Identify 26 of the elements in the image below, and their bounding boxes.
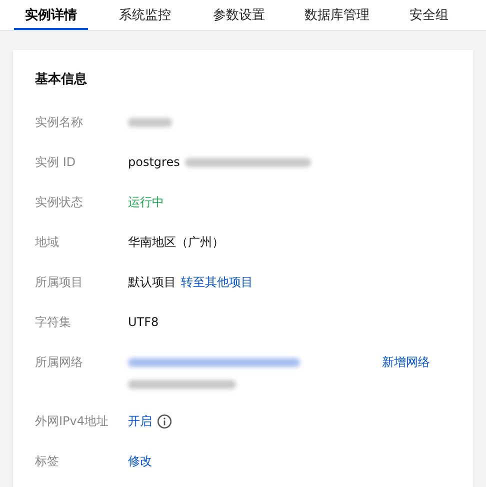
field-label: 地域 xyxy=(35,234,60,251)
field-label: 实例名称 xyxy=(35,114,84,131)
field-value: postgres xyxy=(128,155,180,169)
field-label: 字符集 xyxy=(35,314,72,331)
link[interactable]: 修改 xyxy=(128,452,152,470)
field-value: 默认项目 xyxy=(128,274,176,290)
status-text: 运行中 xyxy=(128,194,164,210)
link[interactable]: 转至其他项目 xyxy=(181,274,253,290)
tab[interactable]: 数据库管理 xyxy=(296,0,378,30)
info-icon[interactable] xyxy=(157,414,172,428)
field-value: 华南地区（广州） xyxy=(128,234,224,250)
tab[interactable]: 安全组 xyxy=(392,0,466,30)
tab[interactable]: 系统监控 xyxy=(108,0,182,30)
field-value: UTF8 xyxy=(128,315,159,329)
tab[interactable]: 实例详情 xyxy=(14,0,88,30)
tab[interactable]: 参数设置 xyxy=(202,0,276,30)
field-label: 外网IPv4地址 xyxy=(35,413,110,430)
blurred-text xyxy=(128,118,172,126)
field-label: 所属项目 xyxy=(35,274,84,291)
field-label: 标签 xyxy=(35,453,60,470)
field-label: 所属网络 xyxy=(35,354,84,371)
add-network-link[interactable]: 新增网络 xyxy=(382,354,430,371)
section-title: 基本信息 xyxy=(35,71,88,88)
field-label: 实例 ID xyxy=(35,154,77,171)
field-label: 实例状态 xyxy=(35,194,84,211)
link[interactable]: 开启 xyxy=(128,412,152,430)
